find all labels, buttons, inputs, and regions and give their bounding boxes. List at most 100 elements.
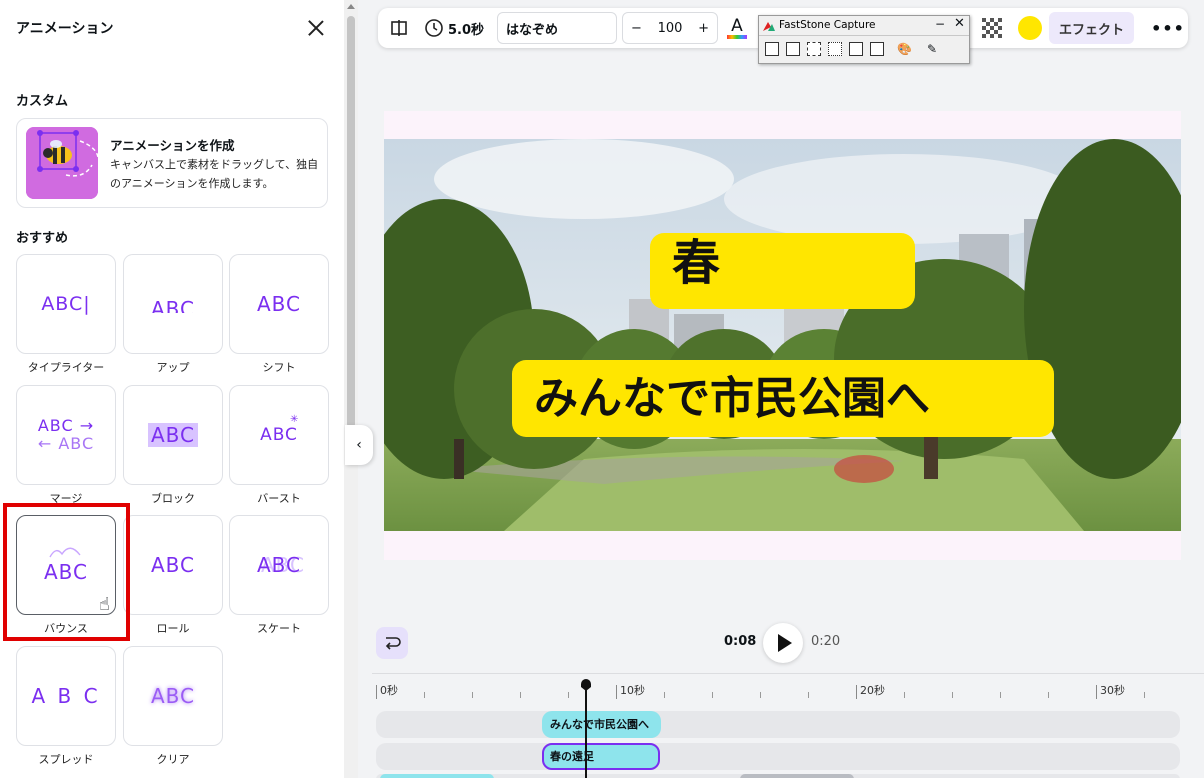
fill-color-swatch bbox=[1018, 16, 1042, 40]
capture-window-icon[interactable] bbox=[765, 42, 779, 56]
merge-preview: ABC → ← ABC bbox=[16, 385, 116, 485]
bee-animation-icon bbox=[26, 127, 98, 199]
timeline-clip-selected[interactable]: 春の遠足 bbox=[542, 743, 660, 770]
font-selector[interactable]: はなぞめ bbox=[497, 12, 617, 44]
hand-cursor-icon: ☝ bbox=[99, 594, 110, 615]
tile-label: シフト bbox=[262, 361, 296, 374]
title-textbox[interactable]: 春 bbox=[650, 233, 915, 309]
timeline-clip[interactable] bbox=[380, 774, 494, 778]
duration-value: 5.0秒 bbox=[448, 22, 485, 38]
font-size-stepper[interactable]: − 100 + bbox=[622, 12, 718, 44]
create-animation-description: キャンバス上で素材をドラッグして、独自のアニメーションを作成します。 bbox=[110, 158, 319, 190]
shift-preview: ABC bbox=[229, 254, 329, 354]
tile-block[interactable]: ABC ブロック bbox=[123, 385, 223, 506]
capture-freehand-icon[interactable] bbox=[828, 42, 842, 56]
burst-sparkle-icon: ✳ bbox=[290, 414, 299, 425]
ruler-label: 30秒 bbox=[1096, 685, 1125, 699]
create-animation-title: アニメーションを作成 bbox=[110, 138, 235, 153]
create-animation-card[interactable]: アニメーションを作成 キャンバス上で素材をドラッグして、独自のアニメーションを作… bbox=[16, 118, 328, 208]
collapse-panel-button[interactable]: ‹ bbox=[345, 425, 373, 465]
faststone-logo-icon bbox=[763, 22, 775, 31]
faststone-tools: 🎨 ✎ bbox=[765, 42, 937, 56]
panel-scrollbar[interactable] bbox=[344, 0, 358, 778]
tile-label: バースト bbox=[257, 492, 301, 505]
faststone-titlebar[interactable]: FastStone Capture − ✕ bbox=[759, 16, 969, 36]
minimize-icon[interactable]: − bbox=[935, 17, 945, 31]
spread-preview: A B C bbox=[16, 646, 116, 746]
tile-rise[interactable]: ABC アップ bbox=[123, 254, 223, 375]
rise-preview: ABC bbox=[123, 254, 223, 354]
skate-preview: ABC bbox=[229, 515, 329, 615]
timeline-track[interactable] bbox=[376, 774, 1180, 778]
tile-clear[interactable]: ABC クリア bbox=[123, 646, 223, 767]
timeline-track[interactable]: 春の遠足 bbox=[376, 743, 1180, 770]
timeline-clip[interactable] bbox=[740, 774, 854, 778]
palette-icon[interactable]: 🎨 bbox=[897, 42, 912, 56]
ruler-label: 0秒 bbox=[376, 685, 398, 699]
duration-button[interactable]: 5.0秒 bbox=[424, 8, 484, 48]
capture-region-icon[interactable] bbox=[807, 42, 821, 56]
close-icon[interactable]: ✕ bbox=[954, 16, 965, 31]
tile-bounce[interactable]: ABC ☝ バウンス bbox=[16, 515, 116, 636]
tile-burst[interactable]: ABC ✳ バースト bbox=[229, 385, 329, 506]
timeline-divider bbox=[372, 673, 1204, 674]
font-size-value[interactable]: 100 bbox=[658, 21, 683, 36]
ruler-label: 20秒 bbox=[856, 685, 885, 699]
animation-panel: アニメーション カスタム アニメーションを作成 キャンバス上で素材をドラッグして… bbox=[0, 0, 344, 778]
roll-preview: ABC bbox=[123, 515, 223, 615]
subtitle-textbox[interactable]: みんなで市民公園へ bbox=[512, 360, 1054, 437]
tile-label: バウンス bbox=[44, 622, 88, 635]
close-icon[interactable] bbox=[302, 14, 330, 42]
tile-label: マージ bbox=[49, 492, 83, 505]
typewriter-preview: ABC| bbox=[16, 254, 116, 354]
timeline-clip[interactable]: みんなで市民公園へ bbox=[542, 711, 661, 738]
tile-label: ロール bbox=[156, 622, 190, 635]
capture-scrolling-icon[interactable] bbox=[870, 42, 884, 56]
tile-label: クリア bbox=[156, 753, 190, 766]
design-canvas[interactable]: 春 みんなで市民公園へ bbox=[384, 111, 1181, 560]
transparency-icon[interactable] bbox=[981, 8, 1003, 48]
tile-spread[interactable]: A B C スプレッド bbox=[16, 646, 116, 767]
loop-button[interactable] bbox=[376, 627, 408, 659]
decrease-size-button[interactable]: − bbox=[631, 21, 642, 36]
panel-scroll-thumb[interactable] bbox=[347, 16, 355, 428]
tile-skate[interactable]: ABC スケート bbox=[229, 515, 329, 636]
tile-roll[interactable]: ABC ロール bbox=[123, 515, 223, 636]
clear-preview: ABC bbox=[123, 646, 223, 746]
panel-title: アニメーション bbox=[16, 21, 114, 37]
clock-icon bbox=[425, 19, 443, 37]
bounce-preview: ABC ☝ bbox=[16, 515, 116, 615]
current-time: 0:08 bbox=[724, 634, 757, 649]
timeline-ruler[interactable]: 0秒 10秒 20秒 30秒 bbox=[376, 684, 1196, 704]
tile-label: スケート bbox=[257, 622, 301, 635]
capture-object-icon[interactable] bbox=[786, 42, 800, 56]
more-options-icon[interactable]: ••• bbox=[1151, 8, 1184, 48]
text-color-button[interactable]: A bbox=[726, 8, 748, 48]
effect-button[interactable]: エフェクト bbox=[1049, 12, 1135, 44]
capture-fullscreen-icon[interactable] bbox=[849, 42, 863, 56]
ruler-label: 10秒 bbox=[616, 685, 645, 699]
text-color-letter-icon: A bbox=[731, 15, 743, 36]
faststone-capture-window: FastStone Capture − ✕ 🎨 ✎ bbox=[758, 15, 970, 64]
timeline-track[interactable]: みんなで市民公園へ bbox=[376, 711, 1180, 738]
playhead-line[interactable] bbox=[585, 686, 587, 778]
tile-label: タイプライター bbox=[27, 361, 105, 374]
tile-shift[interactable]: ABC シフト bbox=[229, 254, 329, 375]
tile-typewriter[interactable]: ABC| タイプライター bbox=[16, 254, 116, 375]
park-photo[interactable] bbox=[384, 139, 1181, 531]
bounce-arc-icon bbox=[49, 547, 81, 558]
tile-label: ブロック bbox=[151, 492, 195, 505]
layout-icon[interactable] bbox=[388, 8, 410, 48]
play-button[interactable] bbox=[763, 623, 803, 663]
tile-merge[interactable]: ABC → ← ABC マージ bbox=[16, 385, 116, 506]
burst-preview: ABC ✳ bbox=[229, 385, 329, 485]
increase-size-button[interactable]: + bbox=[698, 21, 709, 36]
settings-icon[interactable]: ✎ bbox=[927, 42, 937, 56]
recommend-heading: おすすめ bbox=[16, 231, 69, 246]
tile-label: アップ bbox=[156, 361, 190, 374]
custom-heading: カスタム bbox=[16, 94, 69, 109]
chevron-left-icon: ‹ bbox=[356, 437, 362, 453]
fill-color-button[interactable] bbox=[1017, 8, 1043, 48]
scroll-up-arrow-icon[interactable] bbox=[347, 4, 355, 9]
tile-label: スプレッド bbox=[38, 753, 94, 766]
